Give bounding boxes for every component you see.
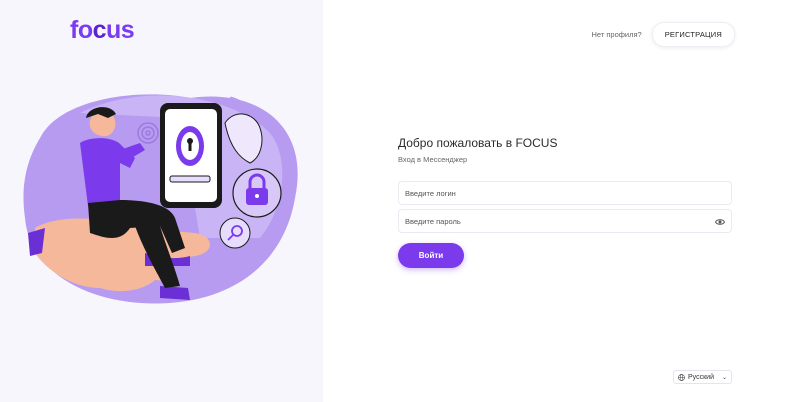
left-panel: focus	[0, 0, 323, 402]
no-profile-text: Нет профиля?	[591, 30, 642, 39]
login-input[interactable]	[405, 188, 725, 198]
language-selector[interactable]: Русский ⌄	[673, 370, 732, 384]
login-form: Добро пожаловать в FOCUS Вход в Мессендж…	[398, 136, 732, 268]
globe-icon	[678, 373, 685, 381]
password-field[interactable]	[398, 209, 732, 233]
security-illustration	[23, 94, 298, 304]
focus-logo[interactable]: focus	[70, 16, 135, 45]
eye-icon[interactable]	[715, 217, 725, 227]
login-field[interactable]	[398, 181, 732, 205]
language-label: Русский	[688, 373, 714, 381]
form-subtitle: Вход в Мессенджер	[398, 155, 468, 164]
form-title: Добро пожаловать в FOCUS	[398, 136, 558, 150]
password-input[interactable]	[405, 216, 725, 226]
register-button[interactable]: РЕГИСТРАЦИЯ	[651, 22, 735, 47]
chevron-down-icon: ⌄	[721, 374, 727, 381]
top-bar: Нет профиля? РЕГИСТРАЦИЯ	[591, 22, 735, 47]
login-button[interactable]: Войти	[398, 243, 464, 268]
